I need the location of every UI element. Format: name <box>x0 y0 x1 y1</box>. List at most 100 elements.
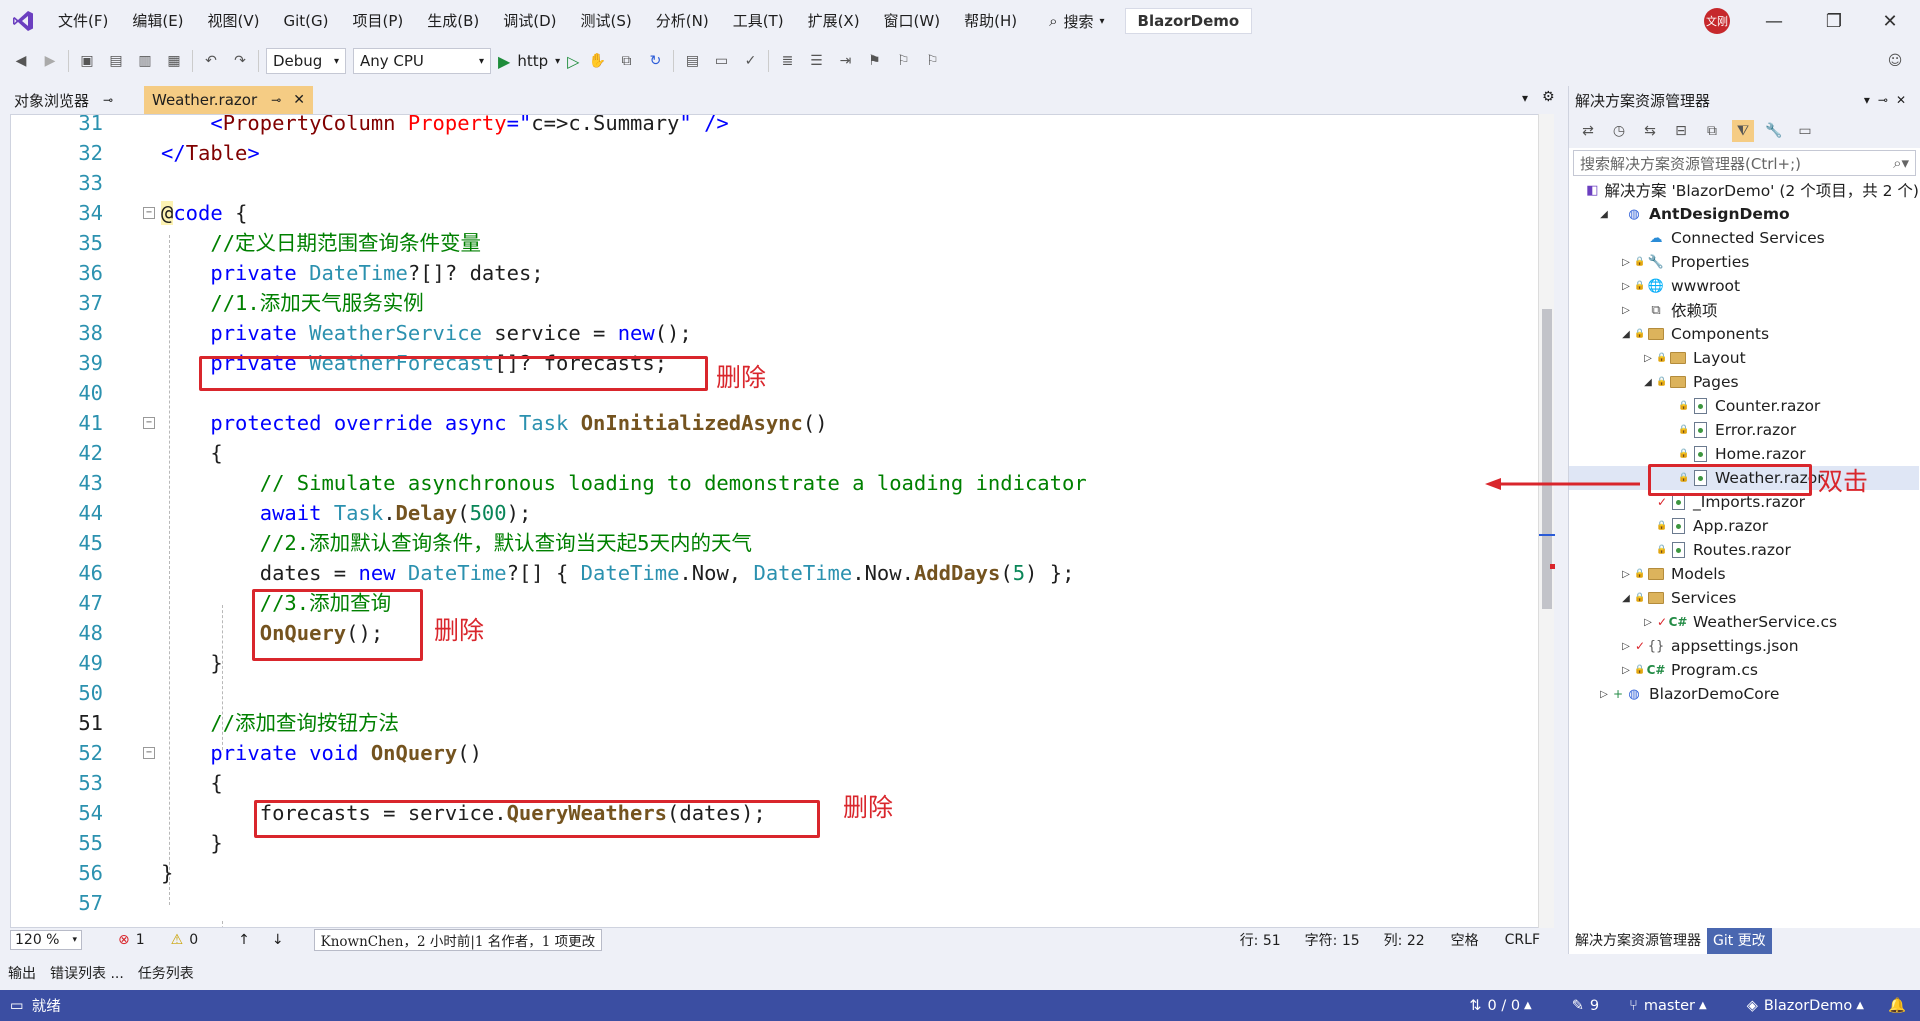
comment-icon[interactable]: ☰ <box>805 50 827 72</box>
code-line[interactable]: 35 //定义日期范围查询条件变量 <box>11 228 1541 258</box>
error-icon[interactable]: ⊗ <box>118 932 130 948</box>
code-line[interactable]: 53 { <box>11 768 1541 798</box>
tab-solution-explorer[interactable]: 解决方案资源管理器 <box>1569 928 1707 954</box>
expanded-icon[interactable]: ◢ <box>1619 593 1633 604</box>
collapse-icon[interactable]: − <box>143 417 155 429</box>
warning-icon[interactable]: ⚠ <box>171 932 184 948</box>
tree-item[interactable]: 🔒 App.razor <box>1569 514 1919 538</box>
close-window-button[interactable]: ✕ <box>1860 0 1920 42</box>
tab-overflow-icon[interactable]: ▾ <box>1522 91 1528 105</box>
menu-item[interactable]: 工具(T) <box>721 0 796 42</box>
collapsed-icon[interactable]: ▷ <box>1619 569 1633 580</box>
menu-item[interactable]: 分析(N) <box>644 0 721 42</box>
collapsed-icon[interactable]: ▷ <box>1641 617 1655 628</box>
code-line[interactable]: 44 await Task.Delay(500); <box>11 498 1541 528</box>
new-project-icon[interactable]: ▣ <box>76 50 98 72</box>
tab-git-changes[interactable]: Git 更改 <box>1707 928 1772 954</box>
tree-item[interactable]: ◢ 🔒 Components <box>1569 322 1919 346</box>
tab-error-list[interactable]: 错误列表 ... <box>50 963 124 983</box>
code-line[interactable]: 32 </Table> <box>11 138 1541 168</box>
collapsed-icon[interactable]: ▷ <box>1641 353 1655 364</box>
tree-item[interactable]: 🔒 Error.razor <box>1569 418 1919 442</box>
tree-item[interactable]: ▷ 🔒 Models <box>1569 562 1919 586</box>
gear-icon[interactable]: ⚙ <box>1542 89 1555 105</box>
error-count[interactable]: 1 <box>136 932 145 948</box>
search-button[interactable]: ⌕ 搜索 ▾ <box>1039 11 1114 32</box>
collapsed-icon[interactable]: ▷ <box>1619 641 1633 652</box>
sync-icon[interactable]: ⇆ <box>1639 120 1661 142</box>
code-line[interactable]: 56} <box>11 858 1541 888</box>
collapse-all-icon[interactable]: ⊟ <box>1670 120 1692 142</box>
sync-count[interactable]: 0 / 0 <box>1487 998 1520 1014</box>
tree-item[interactable]: ☁ Connected Services <box>1569 226 1919 250</box>
avatar[interactable]: 文刚 <box>1704 8 1730 34</box>
dropdown-icon[interactable]: ▾ <box>1864 93 1878 107</box>
close-icon[interactable]: ✕ <box>293 92 305 108</box>
menu-item[interactable]: Git(G) <box>272 0 341 42</box>
tree-item[interactable]: ◢ ◍ AntDesignDemo <box>1569 202 1919 226</box>
spell-check-icon[interactable]: ✓ <box>739 50 761 72</box>
layout-icon[interactable]: ▭ <box>710 50 732 72</box>
branch-icon[interactable]: ⑂ <box>1629 998 1638 1014</box>
code-line[interactable]: 41 − protected override async Task OnInit… <box>11 408 1541 438</box>
copy-icon[interactable]: ⧉ <box>1701 120 1723 142</box>
down-arrow-icon[interactable]: ↓ <box>272 932 284 948</box>
code-line[interactable]: 48 OnQuery(); <box>11 618 1541 648</box>
tree-item[interactable]: 🔒 Routes.razor <box>1569 538 1919 562</box>
whitespace-mode[interactable]: 空格 <box>1451 930 1479 950</box>
collapsed-icon[interactable]: ▷ <box>1619 281 1633 292</box>
expanded-icon[interactable]: ◢ <box>1641 377 1655 388</box>
open-folder-icon[interactable]: ▤ <box>105 50 127 72</box>
tree-item[interactable]: ▷ 🔒 C# Program.cs <box>1569 658 1919 682</box>
start-debugging-icon[interactable]: ▶ <box>498 52 510 71</box>
collapse-icon[interactable]: − <box>143 207 155 219</box>
forward-icon[interactable]: ▶ <box>39 50 61 72</box>
menu-item[interactable]: 窗口(W) <box>872 0 953 42</box>
code-line[interactable]: 34 − @code { <box>11 198 1541 228</box>
save-all-icon[interactable]: ▦ <box>163 50 185 72</box>
history-icon[interactable]: ◷ <box>1608 120 1630 142</box>
save-icon[interactable]: ▥ <box>134 50 156 72</box>
back-icon[interactable]: ◀ <box>10 50 32 72</box>
pin-icon[interactable]: ⊸ <box>1878 93 1896 107</box>
code-line[interactable]: 43 // Simulate asynchronous loading to d… <box>11 468 1541 498</box>
menu-item[interactable]: 文件(F) <box>46 0 120 42</box>
code-line[interactable]: 42 { <box>11 438 1541 468</box>
browser-link-icon[interactable]: ⧉ <box>615 50 637 72</box>
code-line[interactable]: 37 //1.添加天气服务实例 <box>11 288 1541 318</box>
tab-object-browser[interactable]: 对象浏览器 ⊸ <box>6 86 121 114</box>
menu-item[interactable]: 编辑(E) <box>120 0 195 42</box>
tree-item[interactable]: ▷ 🔒 Layout <box>1569 346 1919 370</box>
expanded-icon[interactable]: ◢ <box>1619 329 1633 340</box>
tree-item[interactable]: ◢ 🔒 Pages <box>1569 370 1919 394</box>
chevron-down-icon[interactable]: ▾ <box>555 56 560 67</box>
menu-item[interactable]: 帮助(H) <box>952 0 1029 42</box>
code-line[interactable]: 33 <box>11 168 1541 198</box>
wrench-icon[interactable]: 🔧 <box>1763 120 1785 142</box>
maximize-button[interactable]: ❐ <box>1804 0 1864 42</box>
collapsed-icon[interactable]: ▷ <box>1619 257 1633 268</box>
up-arrow-icon[interactable]: ↑ <box>238 932 250 948</box>
warning-count[interactable]: 0 <box>189 932 198 948</box>
preview-icon[interactable]: ▭ <box>1794 120 1816 142</box>
tree-item[interactable]: ▷ ✓ C# WeatherService.cs <box>1569 610 1919 634</box>
tree-item[interactable]: 🔒 Counter.razor <box>1569 394 1919 418</box>
tree-item[interactable]: ▷ ✓{} appsettings.json <box>1569 634 1919 658</box>
code-line[interactable]: 47 //3.添加查询 <box>11 588 1541 618</box>
code-line[interactable]: 57 <box>11 888 1541 918</box>
switch-views-icon[interactable]: ⇄ <box>1577 120 1599 142</box>
code-line[interactable]: 46 dates = new DateTime?[] { DateTime.No… <box>11 558 1541 588</box>
bookmark-icon[interactable]: ⚑ <box>863 50 885 72</box>
code-line[interactable]: 49 } <box>11 648 1541 678</box>
solution-search-input[interactable]: 搜索解决方案资源管理器(Ctrl+;) ⌕▾ <box>1573 150 1916 176</box>
code-line[interactable]: 45 //2.添加默认查询条件，默认查询当天起5天内的天气 <box>11 528 1541 558</box>
tree-item[interactable]: ◢ 🔒 Services <box>1569 586 1919 610</box>
expanded-icon[interactable]: ◢ <box>1597 209 1611 220</box>
close-icon[interactable]: ✕ <box>1896 93 1914 107</box>
undo-icon[interactable]: ↶ <box>200 50 222 72</box>
collapsed-icon[interactable]: ▷ <box>1619 665 1633 676</box>
code-line[interactable]: 36 private DateTime?[]? dates; <box>11 258 1541 288</box>
menu-item[interactable]: 调试(D) <box>491 0 568 42</box>
tab-output[interactable]: 输出 <box>8 963 36 983</box>
tree-item[interactable]: ▷ 🔒 🌐 wwwroot <box>1569 274 1919 298</box>
